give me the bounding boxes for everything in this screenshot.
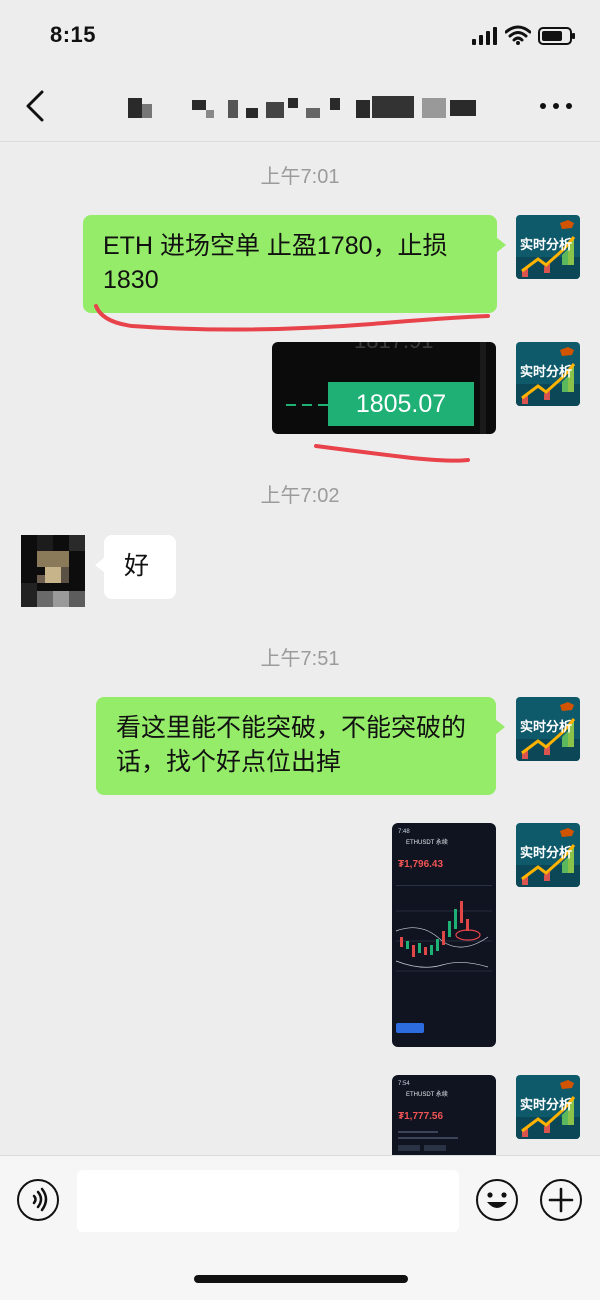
status-time: 8:15 [50,22,97,47]
current-price-label: 1805.07 [328,382,474,426]
screenshot-price: ₮1,796.43 [398,859,444,870]
chat-title-pixelated [120,94,500,124]
back-chevron-icon[interactable] [22,90,48,122]
faded-price-label: 1817.91 [354,342,434,354]
home-indicator[interactable] [194,1275,408,1283]
voice-input-icon[interactable] [17,1179,59,1221]
screenshot-status-time: 7:54 [398,1081,410,1087]
screenshot-pair-title: ETHUSDT 永续 [406,840,448,846]
screenshot-price: ₮1,777.56 [398,1111,444,1122]
brand-avatar-text: 实时分析 [520,237,572,253]
screenshot-status-time: 7:48 [398,829,410,835]
trading-app-screenshot[interactable]: 7:48 ETHUSDT 永续 ₮1,796.43 [392,823,496,1047]
battery-icon [538,27,575,45]
message-timestamp: 上午7:01 [260,166,340,188]
my-message-bubble[interactable]: 看这里能不能突破，不能突破的话，找个好点位出掉 [96,697,505,795]
trading-app-screenshot[interactable]: 7:54 ETHUSDT 永续 ₮1,777.56 [392,1075,496,1155]
candlestick-chart-thumbnail [395,885,492,972]
message-text-field[interactable] [77,1170,459,1232]
contact-message-bubble[interactable]: 好 [95,535,176,599]
analysis-logo-icon: 实时分析 [516,697,580,761]
analysis-logo-icon: 实时分析 [516,215,580,279]
brand-avatar-text: 实时分析 [520,1097,572,1113]
brand-avatar[interactable]: 实时分析 [516,823,580,887]
contact-avatar-pixelated[interactable] [21,535,85,607]
my-message-bubble[interactable]: ETH 进场空单 止盈1780，止损1830 [83,215,506,313]
brand-avatar-text: 实时分析 [520,719,572,735]
price-screenshot-image[interactable]: 1817.91 1805.07 [272,342,496,434]
message-timestamp: 上午7:02 [260,485,340,507]
message-timestamp: 上午7:51 [260,648,340,670]
wifi-icon [505,25,531,45]
red-annotation-underline [314,444,470,463]
cellular-signal-icon [472,27,497,45]
status-bar: 8:15 [0,0,600,70]
brand-avatar-text: 实时分析 [520,845,572,861]
brand-avatar[interactable]: 实时分析 [516,215,580,279]
analysis-logo-icon: 实时分析 [516,342,580,406]
brand-avatar-text: 实时分析 [520,364,572,380]
plus-more-icon[interactable] [540,1179,582,1221]
chat-header [0,70,600,142]
analysis-logo-icon: 实时分析 [516,1075,580,1139]
analysis-logo-icon: 实时分析 [516,823,580,887]
brand-avatar[interactable]: 实时分析 [516,697,580,761]
brand-avatar[interactable]: 实时分析 [516,342,580,406]
emoji-icon[interactable] [476,1179,518,1221]
more-dots-icon[interactable] [538,96,574,116]
brand-avatar[interactable]: 实时分析 [516,1075,580,1139]
screenshot-pair-title: ETHUSDT 永续 [406,1092,448,1098]
